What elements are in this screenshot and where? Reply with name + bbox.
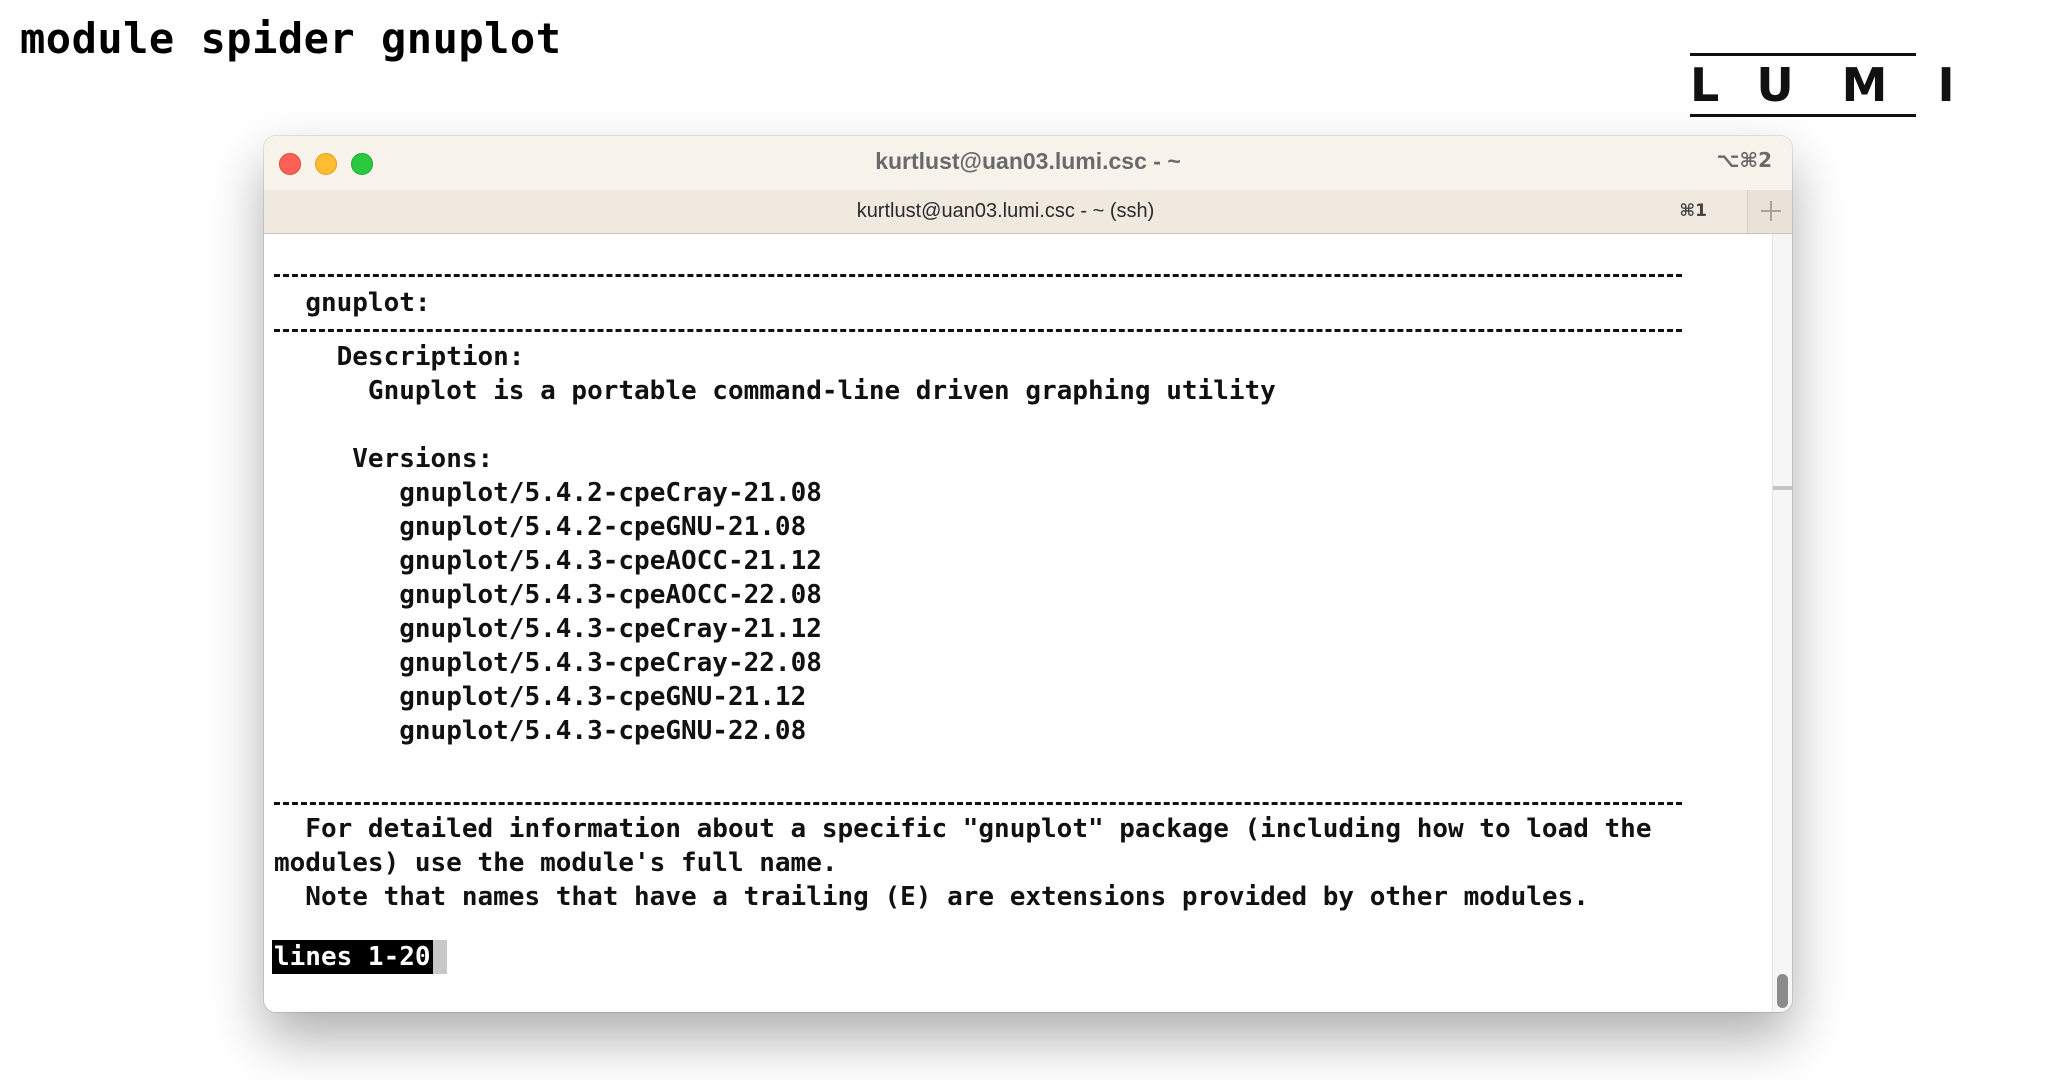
tab-label: kurtlust@uan03.lumi.csc - ~ (ssh) [856,200,1155,222]
logo-letter-l: L [1690,58,1720,112]
description-text: Gnuplot is a portable command-line drive… [367,376,1276,406]
version-item: gnuplot/5.4.3-cpeAOCC-22.08 [399,580,822,610]
module-header: gnuplot: [305,288,431,318]
window-title: kurtlust@uan03.lumi.csc - ~ [875,148,1181,174]
terminal-window: kurtlust@uan03.lumi.csc - ~ ⌥⌘2 kurtlust… [264,136,1792,1012]
slide-title: module spider gnuplot [20,14,562,63]
separator-top [274,274,1682,277]
lumi-logo: L U M I [1690,53,1955,117]
plus-icon [1761,201,1781,221]
window-shortcut: ⌥⌘2 [1716,148,1772,172]
logo-letter-i: I [1937,58,1955,112]
footer-line: Note that names that have a trailing (E)… [274,882,1589,912]
window-titlebar[interactable]: kurtlust@uan03.lumi.csc - ~ ⌥⌘2 [264,136,1792,190]
separator-bottom [274,802,1682,805]
version-item: gnuplot/5.4.2-cpeGNU-21.08 [399,512,807,542]
description-label: Description: [336,342,525,372]
logo-letter-m: M [1841,58,1888,112]
logo-letter-u: U [1756,58,1794,112]
scrollbar-thumb[interactable] [1777,974,1788,1008]
footer-line: For detailed information about a specifi… [274,814,1652,844]
footer-line: modules) use the module's full name. [274,848,838,878]
pager-status-bar: lines 1-20 [272,940,447,974]
terminal-output[interactable]: gnuplot: Description: Gnuplot is a porta… [264,234,1772,1012]
version-item: gnuplot/5.4.3-cpeCray-21.12 [399,614,822,644]
tab-shortcut: ⌘1 [1679,201,1707,221]
vertical-scrollbar[interactable] [1772,234,1792,1012]
version-item: gnuplot/5.4.3-cpeCray-22.08 [399,648,822,678]
version-item: gnuplot/5.4.3-cpeGNU-21.12 [399,682,807,712]
scroll-position-marker [1773,486,1792,490]
separator-middle [274,329,1682,332]
version-item: gnuplot/5.4.3-cpeAOCC-21.12 [399,546,822,576]
version-item: gnuplot/5.4.3-cpeGNU-22.08 [399,716,807,746]
tab-ssh-session[interactable]: kurtlust@uan03.lumi.csc - ~ (ssh) ⌘1 [264,190,1747,233]
version-item: gnuplot/5.4.2-cpeCray-21.08 [399,478,822,508]
versions-label: Versions: [352,444,494,474]
pager-status-text: lines 1-20 [272,940,433,974]
tab-bar: kurtlust@uan03.lumi.csc - ~ (ssh) ⌘1 [264,190,1792,234]
new-tab-button[interactable] [1747,190,1792,233]
